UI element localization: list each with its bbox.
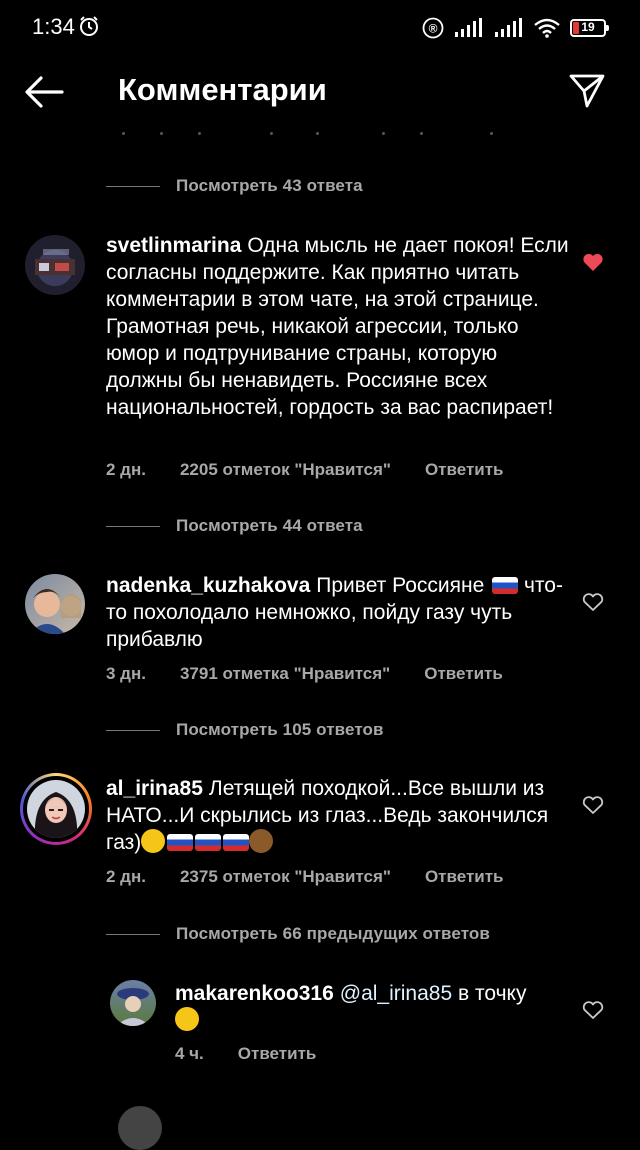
comment-meta: 2 дн. 2375 отметок "Нравится" Ответить — [106, 867, 538, 887]
comment-time: 2 дн. — [106, 867, 146, 886]
comment-likes[interactable]: 2375 отметок "Нравится" — [180, 867, 391, 887]
reply-button[interactable]: Ответить — [425, 460, 504, 480]
divider — [106, 729, 160, 731]
reply-body: makarenkoo316 @al_irina85 в точку — [175, 980, 561, 1034]
alarm-icon — [80, 16, 98, 36]
heart-outline-icon[interactable] — [582, 795, 604, 815]
avatar-image — [35, 249, 75, 275]
registered-icon: ® — [422, 17, 444, 39]
laughing-emoji — [141, 829, 166, 853]
comment-time: 3 дн. — [106, 664, 146, 683]
reply-mention[interactable]: @al_irina85 — [340, 982, 452, 1005]
comment-username[interactable]: nadenka_kuzhakova — [106, 574, 310, 597]
signal-icon — [455, 18, 482, 37]
avatar-image — [116, 988, 150, 1026]
svg-text:®: ® — [429, 22, 438, 36]
view-replies-label: Посмотреть 105 ответов — [176, 720, 384, 739]
view-replies-label: Посмотреть 66 предыдущих ответов — [176, 924, 490, 943]
reply-button[interactable]: Ответить — [424, 664, 503, 684]
signal-icon-2 — [495, 18, 522, 37]
heart-outline-icon[interactable] — [582, 1000, 604, 1020]
view-replies-label: Посмотреть 44 ответа — [176, 516, 363, 535]
comment-time: 2 дн. — [106, 460, 146, 479]
battery-icon: 19 — [570, 19, 609, 37]
page-title: Комментарии — [118, 72, 327, 107]
laughing-emoji — [175, 1007, 199, 1031]
heart-filled-icon[interactable] — [582, 252, 604, 272]
avatar-story-ring[interactable] — [20, 773, 92, 845]
comment-text: Привет Россияне — [316, 574, 485, 597]
divider — [106, 185, 160, 187]
view-replies-label: Посмотреть 43 ответа — [176, 176, 363, 195]
clipped-text-remnant — [120, 128, 500, 142]
heart-outline-icon[interactable] — [582, 592, 604, 612]
comment-text: Одна мысль не дает покоя! Если согласны … — [106, 234, 569, 419]
send-icon[interactable] — [568, 72, 606, 110]
reply-username[interactable]: makarenkoo316 — [175, 982, 334, 1005]
comment-meta: 3 дн. 3791 отметка "Нравится" Ответить — [106, 664, 537, 684]
avatar[interactable] — [25, 235, 85, 295]
comment-body: nadenka_kuzhakova Привет Россияне что-то … — [106, 572, 572, 653]
russia-flag-emoji — [167, 834, 194, 851]
view-previous-replies-button[interactable]: Посмотреть 66 предыдущих ответов — [106, 922, 490, 946]
comment-username[interactable]: al_irina85 — [106, 777, 203, 800]
comment-body: al_irina85 Летящей походкой...Все вышли и… — [106, 775, 572, 856]
avatar-image — [29, 589, 81, 634]
avatar[interactable] — [25, 574, 85, 634]
status-bar: 1:34 ® 19 — [0, 0, 640, 56]
comment-meta: 2 дн. 2205 отметок "Нравится" Ответить — [106, 460, 538, 480]
view-replies-button[interactable]: Посмотреть 44 ответа — [106, 514, 363, 538]
comment-likes[interactable]: 2205 отметок "Нравится" — [180, 460, 391, 480]
view-replies-button[interactable]: Посмотреть 43 ответа — [106, 174, 363, 198]
reply-button[interactable]: Ответить — [238, 1044, 317, 1064]
wifi-icon — [534, 18, 560, 38]
bear-emoji — [249, 829, 274, 853]
status-icons: ® 19 — [422, 14, 609, 42]
russia-flag-emoji — [195, 834, 222, 851]
reply-button[interactable]: Ответить — [425, 867, 504, 887]
app-bar: Комментарии — [0, 56, 640, 128]
reply-meta: 4 ч. Ответить — [175, 1044, 350, 1064]
comment-body: svetlinmarina Одна мысль не дает покоя! Е… — [106, 232, 572, 421]
divider — [106, 933, 160, 935]
reply-text: в точку — [458, 982, 527, 1005]
avatar[interactable] — [110, 980, 156, 1026]
russia-flag-emoji — [223, 834, 250, 851]
view-replies-button[interactable]: Посмотреть 105 ответов — [106, 718, 384, 742]
avatar-image — [34, 792, 78, 838]
reply-time: 4 ч. — [175, 1044, 204, 1063]
status-time: 1:34 — [32, 14, 75, 39]
comment-likes[interactable]: 3791 отметка "Нравится" — [180, 664, 390, 684]
divider — [106, 525, 160, 527]
avatar — [27, 780, 85, 838]
battery-level: 19 — [581, 20, 595, 34]
russia-flag-emoji — [492, 577, 519, 594]
back-arrow-icon[interactable] — [24, 74, 64, 110]
comment-username[interactable]: svetlinmarina — [106, 234, 241, 257]
